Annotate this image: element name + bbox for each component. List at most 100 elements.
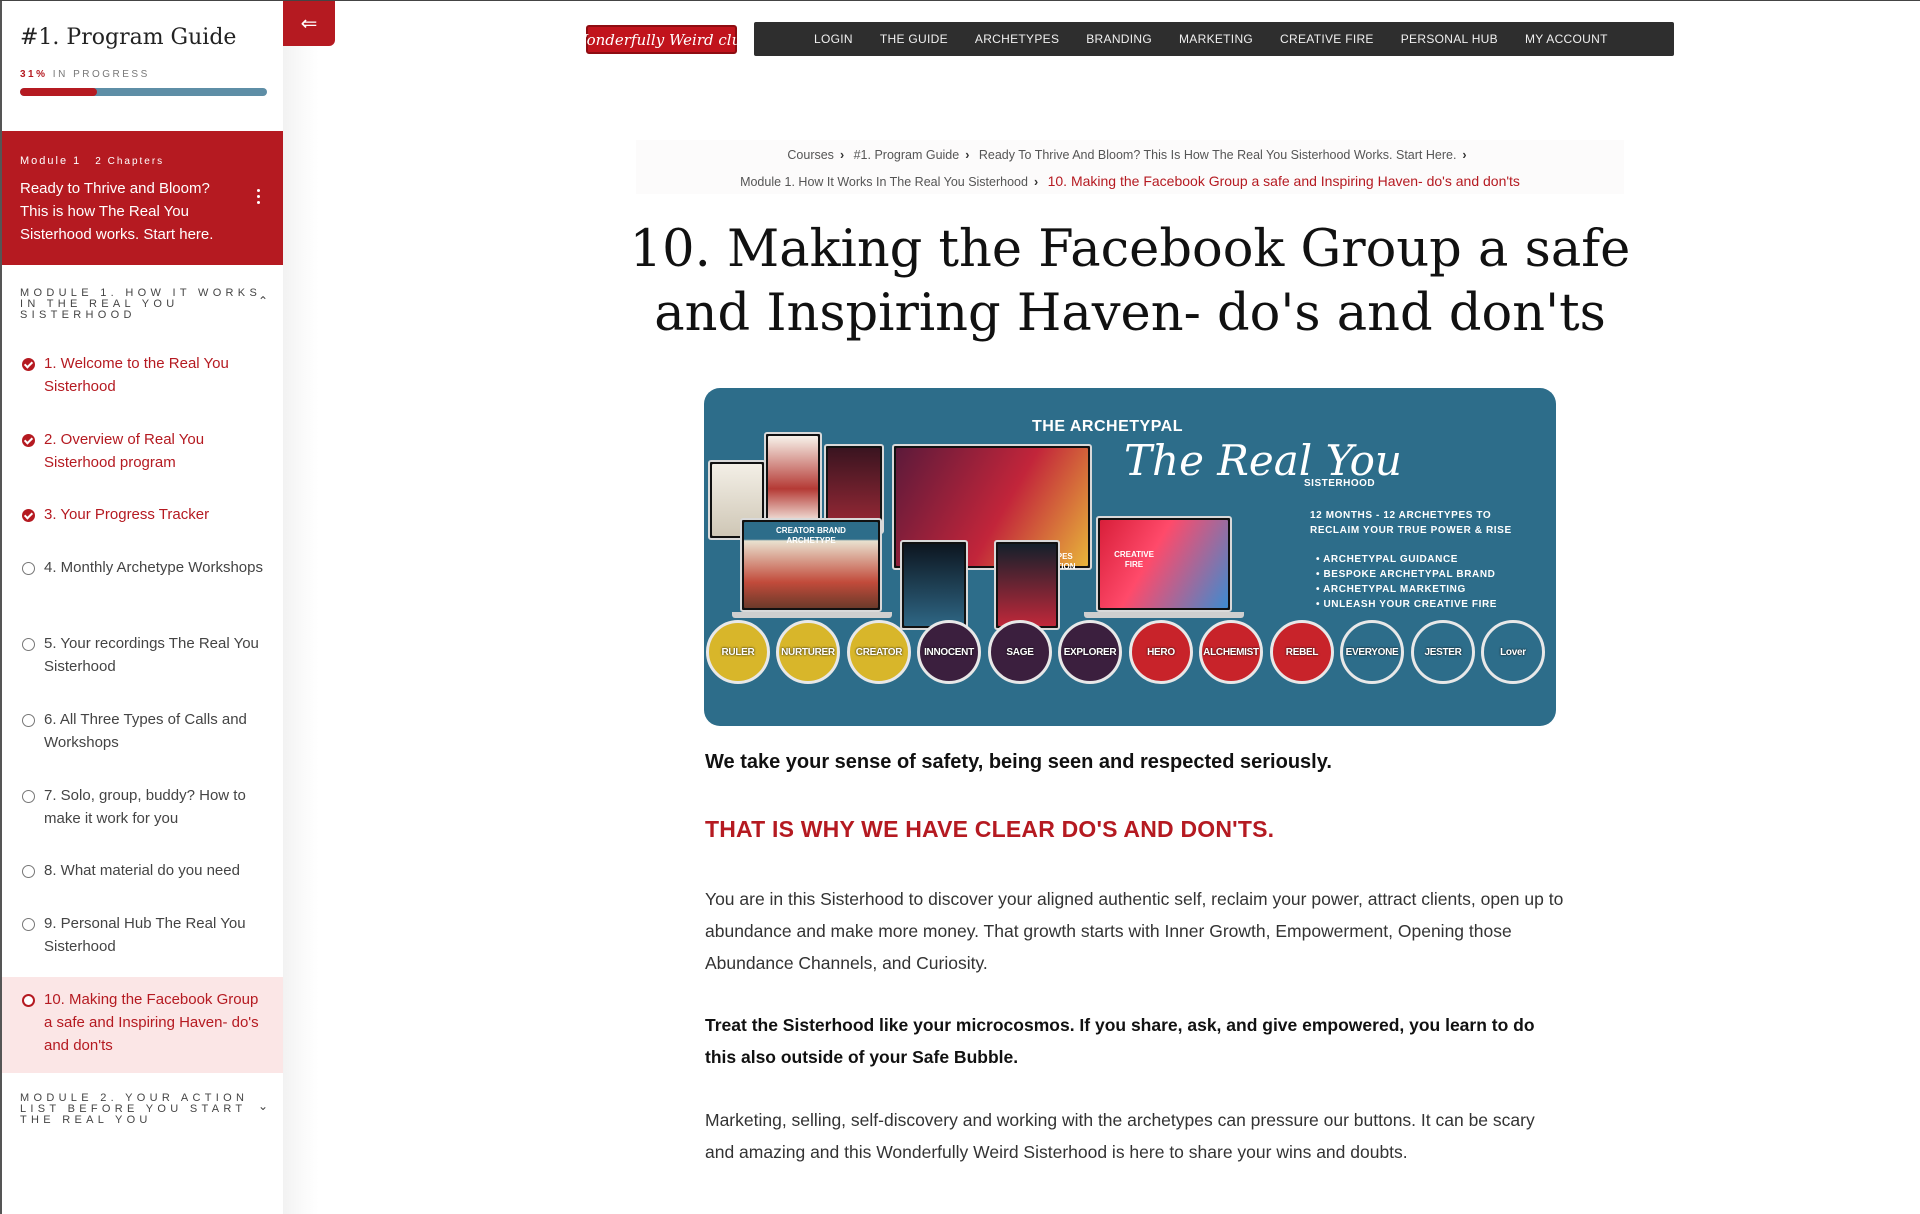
lesson-item[interactable]: 9. Personal Hub The Real You Sisterhood [20,912,266,958]
banner-bullet: UNLEASH YOUR CREATIVE FIRE [1316,597,1497,612]
lesson-item[interactable]: 4. Monthly Archetype Workshops [20,556,266,579]
tablet-graphic [994,540,1060,630]
nav-branding[interactable]: BRANDING [1086,32,1152,46]
banner-bullet: BESPOKE ARCHETYPAL BRAND [1316,567,1497,582]
archetype-label: NURTURER [781,646,835,658]
archetype-label: ALCHEMIST [1203,646,1259,658]
lesson-label: 4. Monthly Archetype Workshops [44,559,263,576]
archetype-label: INNOCENT [924,646,974,658]
chevron-down-icon: ⌄ [257,1099,268,1113]
module-1-card[interactable]: Module 1 2 Chapters Ready to Thrive and B… [2,131,283,265]
more-options-icon[interactable] [257,189,261,207]
progress-percent: 31% [20,69,48,80]
nav-creative-fire[interactable]: CREATIVE FIRE [1280,32,1374,46]
archetype-medallion: CREATOR [847,620,911,684]
incomplete-circle-icon [22,562,35,575]
lesson-label: 2. Overview of Real You Sisterhood progr… [44,431,205,471]
laptop-base [1084,612,1244,618]
module-description: Ready to Thrive and Bloom? This is how T… [20,180,214,243]
archetype-medallion: JESTER [1411,620,1475,684]
body-paragraph-bold: Treat the Sisterhood like your microcosm… [705,1015,1535,1067]
progress-bar [20,88,267,96]
archetype-label: REBEL [1285,646,1319,658]
course-banner-image: 12 ARCHETYPES THE FOUNDATION CREATOR BRA… [704,388,1556,726]
archetype-label: JESTER [1424,646,1462,658]
nav-my-account[interactable]: MY ACCOUNT [1525,32,1608,46]
banner-bullet: ARCHETYPAL GUIDANCE [1316,552,1497,567]
archetype-medallion: RULER [706,620,770,684]
chevron-right-icon: › [965,148,970,162]
nav-archetypes[interactable]: ARCHETYPES [975,32,1059,46]
progress-status: IN PROGRESS [52,69,150,80]
progress-label: 31% IN PROGRESS [20,69,150,80]
archetype-medallion: NURTURER [776,620,840,684]
lesson-item[interactable]: 3. Your Progress Tracker [20,503,266,526]
laptop-graphic: CREATOR BRAND ARCHETYPE [740,518,882,612]
banner-subtitle: SISTERHOOD [1304,478,1376,489]
breadcrumb-link[interactable]: Module 1. How It Works In The Real You S… [740,175,1028,189]
section-module-2-title: MODULE 2. YOUR ACTION LIST BEFORE YOU ST… [20,1092,249,1126]
archetype-label: HERO [1147,646,1175,658]
laptop-base [732,612,892,618]
archetype-label: EVERYONE [1345,646,1399,658]
section-module-2-header[interactable]: MODULE 2. YOUR ACTION LIST BEFORE YOU ST… [20,1093,270,1126]
lesson-item[interactable]: 5. Your recordings The Real You Sisterho… [20,632,266,678]
site-logo[interactable]: Wonderfully Weird club [572,25,751,54]
archetype-label: CREATOR [855,646,903,658]
body-paragraph: You are in this Sisterhood to discover y… [705,889,1564,973]
page-title: 10. Making the Facebook Group a safe and… [629,220,1631,343]
lesson-label: 10. Making the Facebook Group a safe and… [44,991,259,1054]
module-label: Module 1 [20,155,82,167]
arrow-left-icon: ⇐ [300,13,318,35]
breadcrumb: Courses › #1. Program Guide › Ready To Thr… [636,140,1624,194]
lesson-label: 5. Your recordings The Real You Sisterho… [44,635,259,675]
incomplete-circle-icon [22,790,35,803]
lesson-label: 8. What material do you need [44,862,240,879]
banner-bullets: ARCHETYPAL GUIDANCE BESPOKE ARCHETYPAL B… [1316,552,1497,612]
archetype-medallion: REBEL [1270,620,1334,684]
collapse-sidebar-button[interactable]: ⇐ [283,1,335,46]
incomplete-circle-icon [22,918,35,931]
banner-tagline-line: RECLAIM YOUR TRUE POWER & RISE [1310,525,1512,536]
nav-personal-hub[interactable]: PERSONAL HUB [1401,32,1498,46]
progress-bar-fill [20,88,97,96]
device-label: CREATOR BRAND ARCHETYPE [776,526,846,545]
nav-login[interactable]: LOGIN [814,32,853,46]
banner-tagline-line: 12 MONTHS - 12 ARCHETYPES TO [1310,510,1492,521]
nav-marketing[interactable]: MARKETING [1179,32,1253,46]
device-label: CREATIVE FIRE [1114,550,1154,569]
course-sidebar: #1. Program Guide 31% IN PROGRESS Module… [0,1,283,1214]
lesson-item[interactable]: 8. What material do you need [20,859,266,882]
nav-the-guide[interactable]: THE GUIDE [880,32,948,46]
archetype-label: EXPLORER [1063,646,1117,658]
breadcrumb-link[interactable]: Courses [787,148,834,162]
lesson-item-current[interactable]: 10. Making the Facebook Group a safe and… [20,988,266,1057]
incomplete-circle-icon [22,865,35,878]
lesson-label: 6. All Three Types of Calls and Workshop… [44,711,247,751]
lesson-item[interactable]: 2. Overview of Real You Sisterhood progr… [20,428,266,474]
breadcrumb-link[interactable]: #1. Program Guide [854,148,960,162]
chevron-right-icon: › [1033,175,1039,189]
archetype-medallion: ALCHEMIST [1199,620,1263,684]
archetype-label: RULER [721,646,755,658]
laptop-graphic: CREATIVE FIRE [1096,516,1232,612]
chevron-up-icon: ⌃ [257,294,268,308]
archetype-label: SAGE [1006,646,1034,658]
section-module-1-header[interactable]: MODULE 1. HOW IT WORKS IN THE REAL YOU S… [20,288,270,321]
archetype-medallion: EVERYONE [1340,620,1404,684]
breadcrumb-link[interactable]: Ready To Thrive And Bloom? This Is How T… [979,148,1457,162]
module-meta: Module 1 2 Chapters [20,155,265,167]
lesson-label: 7. Solo, group, buddy? How to make it wo… [44,787,246,827]
lesson-item[interactable]: 7. Solo, group, buddy? How to make it wo… [20,784,266,830]
lesson-label: 9. Personal Hub The Real You Sisterhood [44,915,246,955]
archetype-medallion: INNOCENT [917,620,981,684]
incomplete-circle-icon [22,714,35,727]
lesson-item[interactable]: 1. Welcome to the Real You Sisterhood [20,352,266,398]
completed-check-icon [22,358,35,371]
course-title: #1. Program Guide [20,25,237,50]
lesson-label: 1. Welcome to the Real You Sisterhood [44,355,229,395]
breadcrumb-current: 10. Making the Facebook Group a safe and… [1047,173,1520,189]
lesson-item[interactable]: 6. All Three Types of Calls and Workshop… [20,708,266,754]
archetype-medallion: HERO [1129,620,1193,684]
completed-check-icon [22,434,35,447]
